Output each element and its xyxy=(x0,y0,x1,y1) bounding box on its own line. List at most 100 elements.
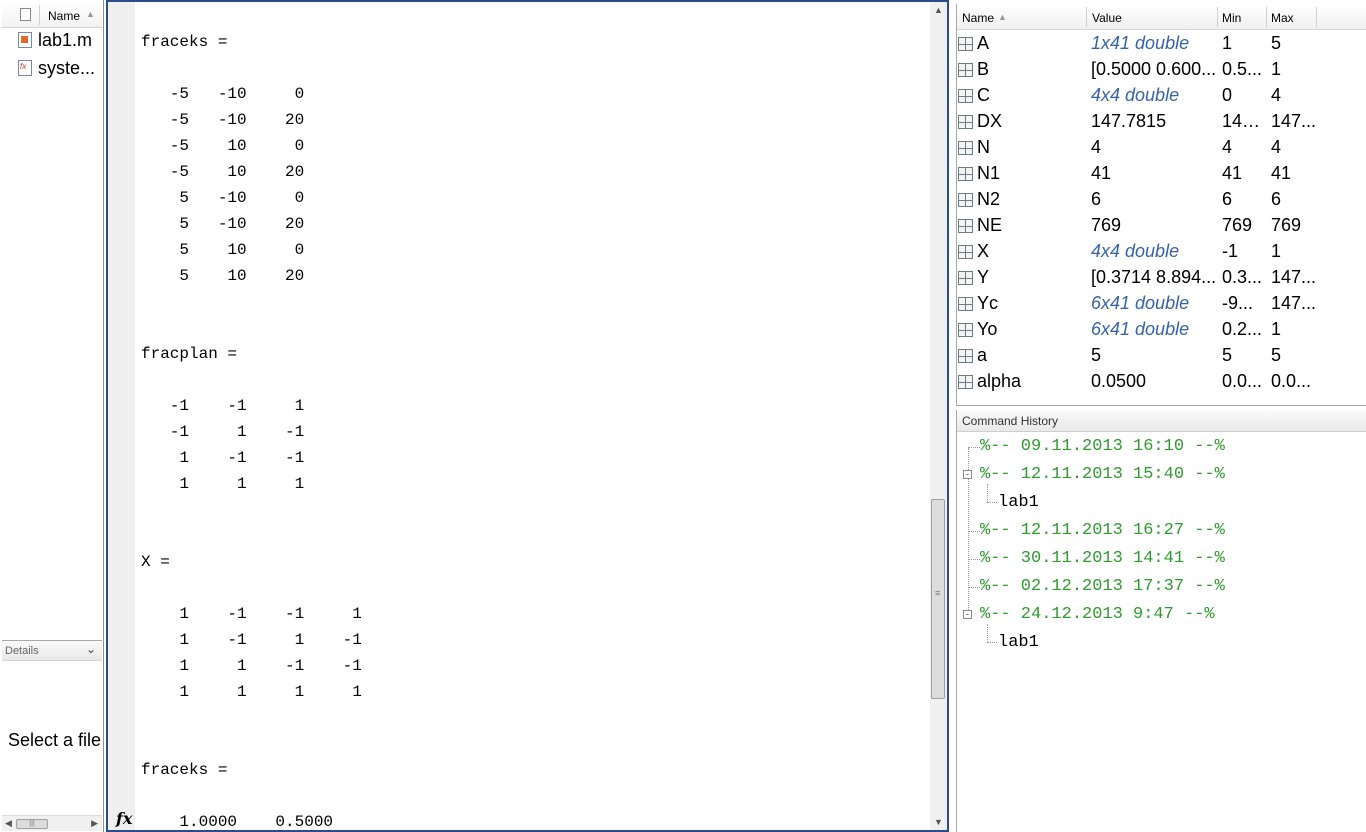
column-divider[interactable] xyxy=(1316,7,1317,27)
column-divider[interactable] xyxy=(39,5,40,25)
variable-min: 41 xyxy=(1222,163,1243,183)
workspace-variable-row[interactable]: C 4x4 double 0 4 xyxy=(957,84,1366,110)
variable-name: a xyxy=(977,345,988,365)
history-session-header[interactable]: %-- 30.11.2013 14:41 --% xyxy=(980,549,1225,568)
scroll-thumb[interactable]: ||| xyxy=(16,819,48,829)
value-column-header[interactable]: Value xyxy=(1092,11,1122,25)
variable-value: 1x41 double xyxy=(1091,33,1190,53)
vertical-scrollbar[interactable]: ▲ ≡ ▼ xyxy=(930,2,947,830)
workspace-variable-row[interactable]: A 1x41 double 1 5 xyxy=(957,32,1366,58)
scroll-thumb[interactable]: ≡ xyxy=(931,499,945,699)
variable-min: 6 xyxy=(1222,189,1233,209)
variable-value: 6x41 double xyxy=(1091,319,1190,339)
history-session-header[interactable]: %-- 12.11.2013 15:40 --% xyxy=(980,465,1225,484)
file-list-header: Name ▲ xyxy=(2,2,102,28)
workspace-variable-row[interactable]: NE 769 769 769 xyxy=(957,214,1366,240)
workspace-variable-row[interactable]: N2 6 6 6 xyxy=(957,188,1366,214)
file-item-system[interactable]: syste... xyxy=(18,56,102,80)
scroll-right-arrow-icon[interactable]: ▶ xyxy=(91,818,98,829)
variable-min: 4 xyxy=(1222,137,1233,157)
workspace-variable-row[interactable]: Y [0.3714 8.894... 0.3... 147... xyxy=(957,266,1366,292)
output-line: 5 10 0 xyxy=(141,241,305,259)
chevron-down-icon[interactable]: ⌄ xyxy=(86,642,96,656)
variable-min: -9... xyxy=(1222,293,1254,313)
variable-max: 1 xyxy=(1271,59,1282,79)
variable-name: Yo xyxy=(977,319,998,339)
variable-max: 41 xyxy=(1271,163,1292,183)
details-panel-header[interactable]: Details ⌄ xyxy=(2,640,102,661)
file-type-column-icon[interactable] xyxy=(20,8,31,21)
command-window[interactable]: fx fraceks = -5 -10 0 -5 -10 20 -5 10 0 … xyxy=(106,0,949,832)
variable-max: 769 xyxy=(1271,215,1302,235)
variable-min: 769 xyxy=(1222,215,1253,235)
history-session-header[interactable]: %-- 02.12.2013 17:37 --% xyxy=(980,577,1225,596)
workspace-variable-row[interactable]: N1 41 41 41 xyxy=(957,162,1366,188)
scroll-up-arrow-icon[interactable]: ▲ xyxy=(934,5,943,15)
command-gutter: fx xyxy=(108,2,135,830)
variable-value: 6 xyxy=(1091,189,1102,209)
output-line: fraceks = xyxy=(141,761,228,779)
workspace-variable-row[interactable]: DX 147.7815 147... 147... xyxy=(957,110,1366,136)
variable-name: B xyxy=(977,59,990,79)
workspace-variable-row[interactable]: alpha 0.0500 0.0... 0.0... xyxy=(957,370,1366,396)
workspace-variable-row[interactable]: a 5 5 5 xyxy=(957,344,1366,370)
history-command-item[interactable]: lab1 xyxy=(998,633,1039,652)
variable-max: 147... xyxy=(1271,111,1317,131)
collapse-toggle-icon[interactable]: - xyxy=(963,470,972,479)
sort-ascending-icon: ▲ xyxy=(86,9,95,19)
details-message: Select a file xyxy=(8,730,102,750)
m-file-icon xyxy=(18,32,32,48)
scroll-left-arrow-icon[interactable]: ◀ xyxy=(5,818,12,829)
history-session-header[interactable]: %-- 12.11.2013 16:27 --% xyxy=(980,521,1225,540)
workspace-variable-row[interactable]: B [0.5000 0.600... 0.5... 1 xyxy=(957,58,1366,84)
command-history-title-bar[interactable]: Command History xyxy=(957,410,1366,432)
history-session-header[interactable]: %-- 09.11.2013 16:10 --% xyxy=(980,437,1225,456)
function-browser-icon[interactable]: fx xyxy=(116,809,132,828)
column-divider[interactable] xyxy=(1086,7,1087,27)
workspace-variable-row[interactable]: N 4 4 4 xyxy=(957,136,1366,162)
workspace-variable-row[interactable]: Yc 6x41 double -9... 147... xyxy=(957,292,1366,318)
output-line: 1 1 -1 -1 xyxy=(141,657,362,675)
name-column-header[interactable]: Name xyxy=(962,11,994,25)
variable-min: 0.0... xyxy=(1222,371,1263,391)
horizontal-scrollbar[interactable]: ◀ ||| ▶ xyxy=(2,815,102,831)
matrix-variable-icon xyxy=(958,167,973,181)
workspace-variable-row[interactable]: Yo 6x41 double 0.2... 1 xyxy=(957,318,1366,344)
workspace-variable-row[interactable]: X 4x4 double -1 1 xyxy=(957,240,1366,266)
history-session-header[interactable]: %-- 24.12.2013 9:47 --% xyxy=(980,605,1215,624)
current-folder-panel: Name ▲ lab1.m syste... Details ⌄ Select … xyxy=(0,0,104,832)
variable-value: 41 xyxy=(1091,163,1112,183)
variable-value: 4x4 double xyxy=(1091,85,1180,105)
variable-name: Y xyxy=(977,267,990,287)
file-item-lab1[interactable]: lab1.m xyxy=(18,28,102,52)
variable-value: 769 xyxy=(1091,215,1122,235)
variable-min: 1 xyxy=(1222,33,1233,53)
variable-name: C xyxy=(977,85,990,105)
variable-min: 0.5... xyxy=(1222,59,1263,79)
output-line: 5 -10 20 xyxy=(141,215,305,233)
matrix-variable-icon xyxy=(958,219,973,233)
column-divider[interactable] xyxy=(1217,7,1218,27)
history-command-item[interactable]: lab1 xyxy=(998,493,1039,512)
column-divider[interactable] xyxy=(1266,7,1267,27)
matrix-variable-icon xyxy=(958,63,973,77)
variable-min: -1 xyxy=(1222,241,1239,261)
name-column-header[interactable]: Name xyxy=(48,9,80,23)
matrix-variable-icon xyxy=(958,193,973,207)
variable-name: alpha xyxy=(977,371,1022,391)
variable-min: 5 xyxy=(1222,345,1233,365)
file-name: lab1.m xyxy=(38,29,93,50)
variable-name: N2 xyxy=(977,189,1001,209)
file-name: syste... xyxy=(38,57,96,78)
command-output[interactable]: fraceks = -5 -10 0 -5 -10 20 -5 10 0 -5 … xyxy=(141,2,921,831)
scroll-down-arrow-icon[interactable]: ▼ xyxy=(934,817,943,827)
collapse-toggle-icon[interactable]: - xyxy=(963,610,972,619)
workspace-header: Name ▲ Value Min Max xyxy=(957,4,1366,30)
variable-value: 147.7815 xyxy=(1091,111,1167,131)
output-line: -1 -1 1 xyxy=(141,397,305,415)
max-column-header[interactable]: Max xyxy=(1271,11,1294,25)
variable-min: 147... xyxy=(1222,111,1266,131)
min-column-header[interactable]: Min xyxy=(1222,11,1241,25)
variable-min: 0 xyxy=(1222,85,1233,105)
panel-title: Command History xyxy=(962,414,1059,428)
